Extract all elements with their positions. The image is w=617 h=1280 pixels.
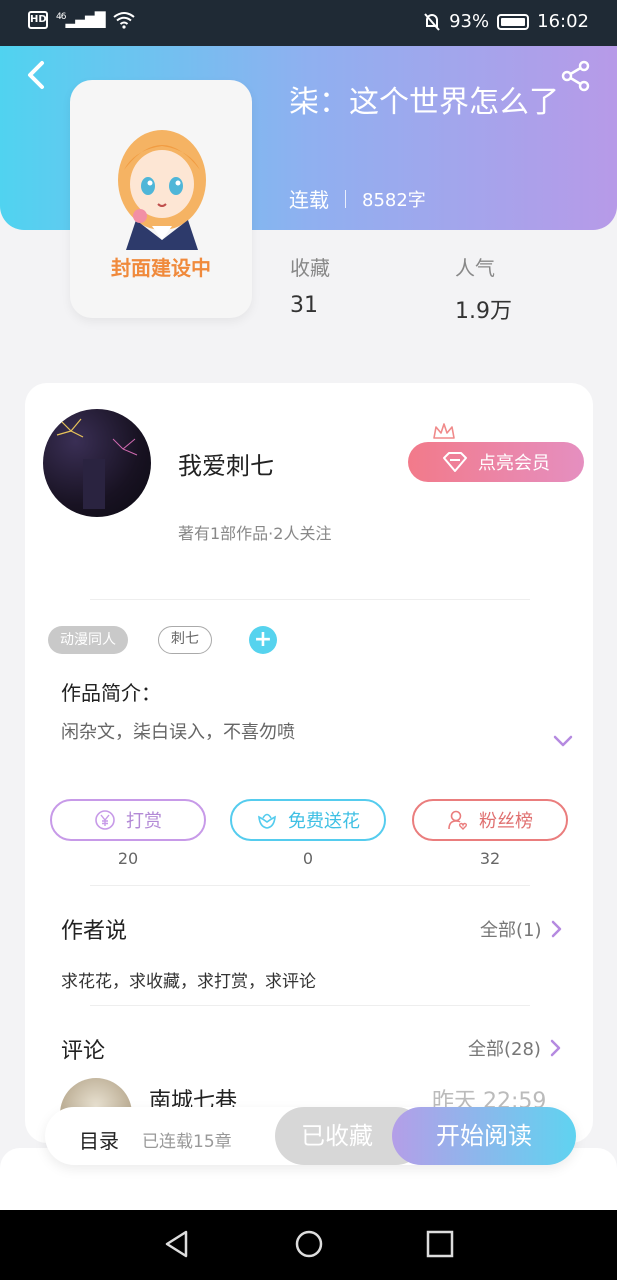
author-says-more-label: 全部(1)	[480, 920, 542, 941]
divider	[90, 599, 530, 600]
tag-cishi[interactable]: 刺七	[158, 626, 212, 654]
back-arrow-icon[interactable]	[24, 60, 48, 90]
book-cover[interactable]: 封面建设中	[70, 80, 252, 318]
book-title: 柒：这个世界怎么了	[289, 85, 559, 120]
yen-coin-icon	[95, 810, 115, 830]
nav-back-icon[interactable]	[162, 1229, 192, 1259]
chevron-right-icon	[551, 920, 561, 938]
nav-home-icon[interactable]	[294, 1229, 324, 1259]
send-flower-button[interactable]: 免费送花	[230, 799, 386, 841]
stat-value: 31	[290, 293, 318, 318]
comments-more[interactable]: 全部(28)	[468, 1035, 561, 1061]
serial-status: 连载	[289, 188, 329, 212]
chevron-right-icon	[550, 1039, 561, 1057]
stat-favorites: 收藏 31	[290, 252, 330, 318]
author-avatar[interactable]	[43, 409, 151, 517]
anime-girl-illustration	[118, 130, 206, 250]
author-says-more[interactable]: 全部(1)	[480, 916, 562, 942]
battery-percent: 93%	[449, 11, 490, 32]
author-says-heading: 作者说	[61, 919, 128, 944]
vip-button-label: 点亮会员	[478, 453, 550, 474]
diamond-icon	[443, 452, 467, 472]
fireworks-image	[56, 418, 138, 509]
intro-heading: 作品简介：	[61, 681, 161, 705]
toc-chapter-count: 已连载15章	[142, 1132, 232, 1152]
user-heart-icon	[448, 810, 468, 830]
flower-icon	[258, 813, 276, 829]
flower-count: 0	[302, 849, 314, 868]
hd-indicator: HD	[28, 11, 48, 29]
fans-label: 粉丝榜	[479, 811, 533, 832]
stat-label: 人气	[455, 256, 495, 280]
wifi-icon	[112, 12, 135, 29]
comments-heading: 评论	[61, 1039, 106, 1064]
author-says-text: 求花花，求收藏，求打赏，求评论	[61, 972, 316, 992]
toc-button[interactable]: 目录	[79, 1125, 119, 1154]
add-tag-button[interactable]: +	[249, 626, 277, 654]
word-count: 8582字	[362, 189, 426, 211]
clock: 16:02	[537, 11, 589, 32]
stat-popularity: 人气 1.9万	[455, 252, 512, 325]
comments-more-label: 全部(28)	[468, 1039, 541, 1060]
flower-label: 免费送花	[288, 811, 360, 832]
meta-divider	[345, 189, 346, 208]
battery-icon	[497, 13, 530, 30]
book-meta: 连载 8582字	[289, 184, 426, 213]
stat-value: 1.9万	[455, 299, 512, 324]
tip-button[interactable]: 打赏	[50, 799, 206, 841]
stat-label: 收藏	[290, 256, 330, 280]
tip-count: 20	[117, 849, 139, 868]
author-name[interactable]: 我爱刺七	[178, 446, 274, 481]
tip-label: 打赏	[126, 811, 162, 832]
fans-count: 32	[479, 849, 501, 868]
fan-ranking-button[interactable]: 粉丝榜	[412, 799, 568, 841]
mute-bell-icon	[424, 12, 440, 31]
divider	[90, 885, 530, 886]
start-reading-button[interactable]: 开始阅读	[392, 1107, 576, 1165]
nav-recents-icon[interactable]	[425, 1229, 455, 1259]
status-bar: HD 46▂▄▆█ 93% 16:02	[0, 0, 617, 46]
divider	[90, 1005, 530, 1006]
intro-text: 闲杂文，柒白误入，不喜勿喷	[61, 722, 295, 743]
tag-anime[interactable]: 动漫同人	[48, 626, 128, 654]
chevron-down-icon[interactable]	[552, 734, 574, 748]
vip-button[interactable]: 点亮会员	[408, 442, 584, 482]
cover-caption: 封面建设中	[111, 256, 211, 280]
author-info: 著有1部作品·2人关注	[178, 524, 332, 543]
signal-icon: 46▂▄▆█	[56, 11, 106, 29]
crown-icon	[433, 423, 455, 439]
